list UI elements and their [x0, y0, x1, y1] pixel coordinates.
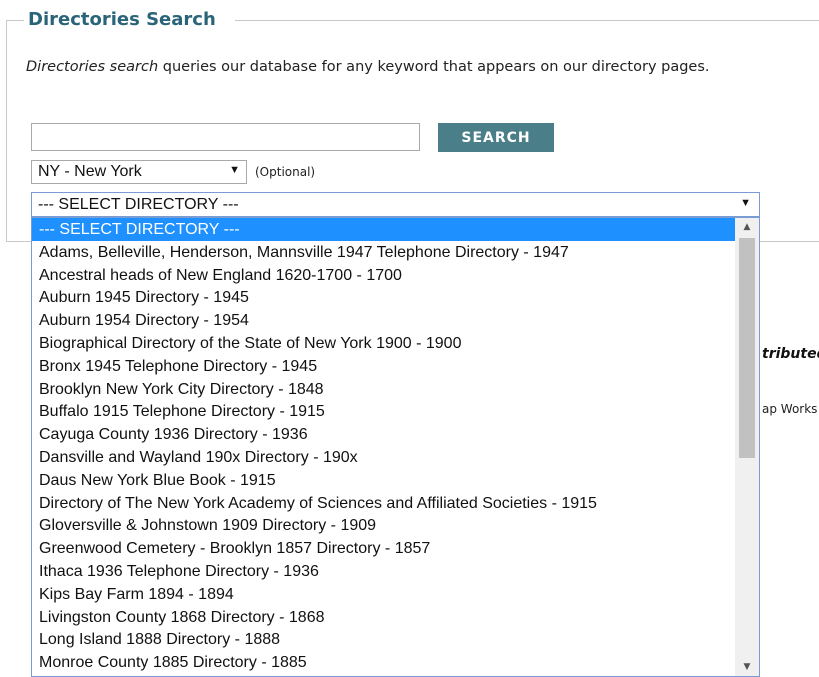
- directory-dropdown-list[interactable]: ▲ ▼ --- SELECT DIRECTORY --- Adams, Belle…: [31, 217, 760, 677]
- side-text-partial: tributed: [762, 346, 819, 362]
- dropdown-scrollbar[interactable]: ▲ ▼: [735, 218, 759, 676]
- scrollbar-thumb[interactable]: [739, 238, 755, 458]
- directory-option[interactable]: Kips Bay Farm 1894 - 1894: [32, 583, 735, 606]
- directory-option[interactable]: Livingston County 1868 Directory - 1868: [32, 606, 735, 629]
- directory-select-value: --- SELECT DIRECTORY ---: [38, 195, 239, 213]
- directory-option[interactable]: Monroe County 1885 Directory - 1885: [32, 651, 735, 674]
- directory-option[interactable]: Greenwood Cemetery - Brooklyn 1857 Direc…: [32, 537, 735, 560]
- directory-option[interactable]: Ithaca 1936 Telephone Directory - 1936: [32, 560, 735, 583]
- scroll-down-arrow-icon[interactable]: ▼: [735, 658, 759, 676]
- dropdown-arrow-icon: ▼: [229, 164, 240, 176]
- description-emphasis: Directories search: [26, 59, 159, 75]
- section-description: Directories search queries our database …: [26, 57, 776, 77]
- directory-option[interactable]: Ancestral heads of New England 1620-1700…: [32, 264, 735, 287]
- directory-option[interactable]: Cayuga County 1936 Directory - 1936: [32, 423, 735, 446]
- directory-option[interactable]: Long Island 1888 Directory - 1888: [32, 628, 735, 651]
- directory-option[interactable]: Brooklyn New York City Directory - 1848: [32, 378, 735, 401]
- dropdown-arrow-icon: ▼: [740, 197, 751, 209]
- directory-select[interactable]: --- SELECT DIRECTORY --- ▼: [31, 192, 760, 217]
- directory-option[interactable]: Auburn 1954 Directory - 1954: [32, 309, 735, 332]
- description-text: queries our database for any keyword tha…: [158, 59, 710, 75]
- side-link-partial: ap Works: [762, 402, 818, 416]
- section-legend: Directories Search: [28, 9, 216, 30]
- scroll-up-arrow-icon[interactable]: ▲: [735, 218, 759, 236]
- optional-label: (Optional): [255, 165, 316, 179]
- directory-option[interactable]: Auburn 1945 Directory - 1945: [32, 286, 735, 309]
- directory-option[interactable]: Gloversville & Johnstown 1909 Directory …: [32, 514, 735, 537]
- directory-option[interactable]: Dansville and Wayland 190x Directory - 1…: [32, 446, 735, 469]
- directory-option[interactable]: Bronx 1945 Telephone Directory - 1945: [32, 355, 735, 378]
- state-select-value: NY - New York: [38, 163, 142, 180]
- directory-option[interactable]: Daus New York Blue Book - 1915: [32, 469, 735, 492]
- directory-option[interactable]: Directory of The New York Academy of Sci…: [32, 492, 735, 515]
- directory-option[interactable]: Adams, Belleville, Henderson, Mannsville…: [32, 241, 735, 264]
- state-select[interactable]: NY - New York ▼: [31, 160, 247, 184]
- directory-option[interactable]: --- SELECT DIRECTORY ---: [32, 218, 735, 241]
- directory-option[interactable]: Biographical Directory of the State of N…: [32, 332, 735, 355]
- search-input[interactable]: [31, 123, 420, 151]
- search-button[interactable]: SEARCH: [438, 123, 554, 152]
- directory-option[interactable]: Buffalo 1915 Telephone Directory - 1915: [32, 400, 735, 423]
